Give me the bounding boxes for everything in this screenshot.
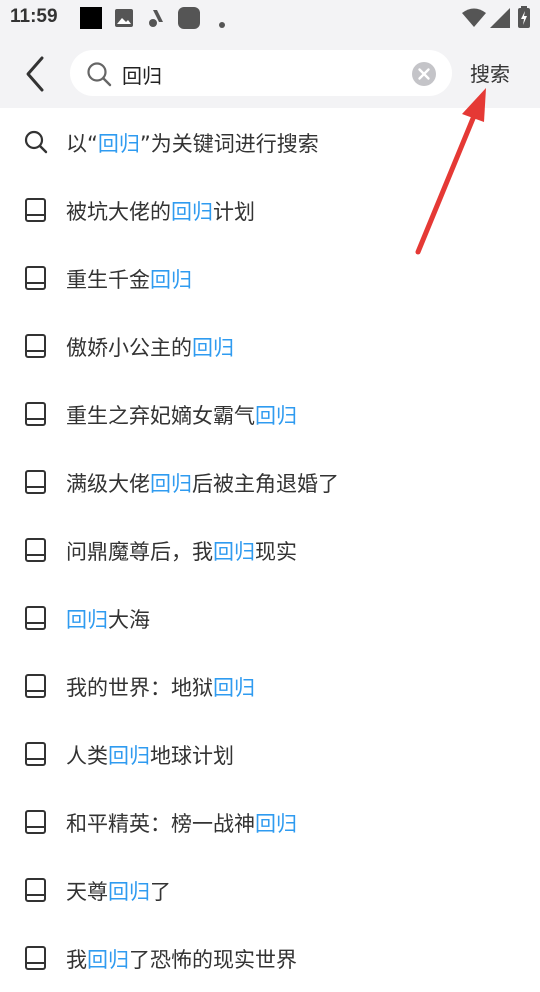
annotation-arrow [415,88,486,255]
